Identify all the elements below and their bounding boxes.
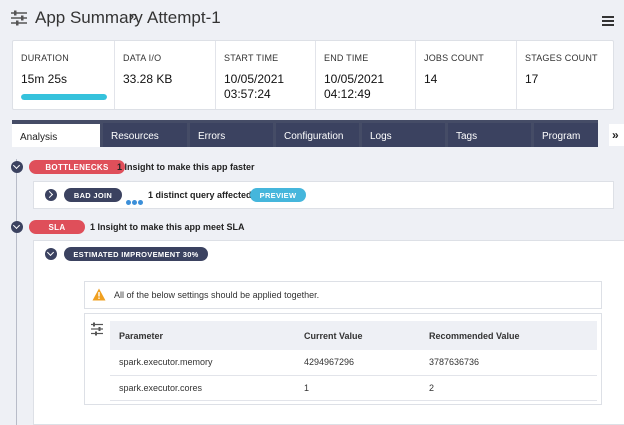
stat-label: DURATION	[21, 53, 69, 63]
tab-configuration[interactable]: Configuration	[276, 123, 359, 147]
summary-stats: DURATION 15m 25s DATA I/O 33.28 KB START…	[12, 40, 614, 110]
tab-resources[interactable]: Resources	[103, 123, 187, 147]
table-cell: spark.executor.memory	[110, 350, 295, 376]
app-header: App Summary » Attempt-1	[0, 0, 624, 40]
duration-progress-fill	[21, 94, 107, 100]
tab-bar: Analysis Resources Errors Configuration …	[12, 120, 598, 147]
collapse-sla-icon[interactable]	[11, 221, 23, 233]
collapse-improvement-icon[interactable]	[45, 248, 57, 260]
stat-jobs-count: JOBS COUNT 14	[415, 41, 516, 109]
stat-start-time: START TIME 10/05/2021 03:57:24	[215, 41, 315, 109]
stat-label: DATA I/O	[123, 53, 162, 63]
table-cell: 3787636736	[420, 350, 597, 376]
stat-label: END TIME	[324, 53, 369, 63]
preview-button[interactable]: PREVIEW	[250, 188, 306, 202]
sla-tag: SLA	[29, 220, 85, 234]
tab-logs[interactable]: Logs	[362, 123, 445, 147]
tab-program[interactable]: Program	[534, 123, 598, 147]
bad-join-tag: BAD JOIN	[64, 188, 122, 202]
tab-errors[interactable]: Errors	[190, 123, 273, 147]
tabs-scroll-right-button[interactable]: »	[609, 124, 624, 146]
hamburger-menu-icon[interactable]	[602, 16, 614, 26]
recommendation-table: Parameter Current Value Recommended Valu…	[110, 321, 597, 401]
warning-banner: All of the below settings should be appl…	[84, 281, 602, 309]
warning-text: All of the below settings should be appl…	[114, 290, 320, 300]
stat-value: 15m 25s	[21, 72, 68, 86]
stat-label: STAGES COUNT	[525, 53, 598, 63]
settings-sliders-icon	[11, 10, 27, 26]
breadcrumb-attempt[interactable]: Attempt-1	[147, 8, 221, 28]
table-row: spark.executor.memory 4294967296 3787636…	[110, 350, 597, 376]
table-cell: 2	[420, 375, 597, 401]
breadcrumb-separator: »	[129, 8, 138, 25]
expand-bad-join-icon[interactable]	[45, 189, 57, 201]
stat-end-time: END TIME 10/05/2021 04:12:49	[315, 41, 415, 109]
stat-data-io: DATA I/O 33.28 KB	[114, 41, 215, 109]
loading-dots-icon	[126, 192, 144, 210]
table-cell: 1	[295, 375, 420, 401]
stat-value: 33.28 KB	[123, 72, 173, 86]
table-row: spark.executor.cores 1 2	[110, 375, 597, 401]
tab-analysis[interactable]: Analysis	[12, 124, 100, 147]
bottlenecks-tag: BOTTLENECKS	[29, 160, 125, 174]
tab-tags[interactable]: Tags	[448, 123, 531, 147]
stat-stages-count: STAGES COUNT 17	[516, 41, 613, 109]
stat-value: 10/05/2021 04:12:49	[324, 72, 385, 101]
stat-label: JOBS COUNT	[424, 53, 485, 63]
stat-value: 17	[525, 72, 539, 86]
page-title: App Summary	[35, 8, 143, 27]
sla-insight-text: 1 Insight to make this app meet SLA	[90, 222, 245, 232]
table-header-row: Parameter Current Value Recommended Valu…	[110, 321, 597, 350]
recommendation-table-card: Parameter Current Value Recommended Valu…	[84, 313, 602, 405]
warning-triangle-icon	[92, 288, 106, 301]
column-header: Recommended Value	[420, 321, 597, 350]
bottlenecks-insight-text: 1 Insight to make this app faster	[117, 162, 255, 172]
column-header: Current Value	[295, 321, 420, 350]
settings-sliders-icon	[91, 322, 103, 336]
bad-join-panel: BAD JOIN 1 distinct query affected PREVI…	[33, 181, 614, 209]
table-cell: spark.executor.cores	[110, 375, 295, 401]
stat-duration: DURATION 15m 25s	[13, 41, 114, 109]
column-header: Parameter	[110, 321, 295, 350]
collapse-bottlenecks-icon[interactable]	[11, 161, 23, 173]
tree-line	[16, 159, 17, 425]
table-cell: 4294967296	[295, 350, 420, 376]
stat-value: 14	[424, 72, 438, 86]
bad-join-query-text: 1 distinct query affected	[148, 190, 252, 200]
stat-value: 10/05/2021 03:57:24	[224, 72, 285, 101]
duration-progress-bar	[21, 94, 107, 100]
estimated-improvement-tag: ESTIMATED IMPROVEMENT 30%	[64, 247, 208, 261]
stat-label: START TIME	[224, 53, 279, 63]
